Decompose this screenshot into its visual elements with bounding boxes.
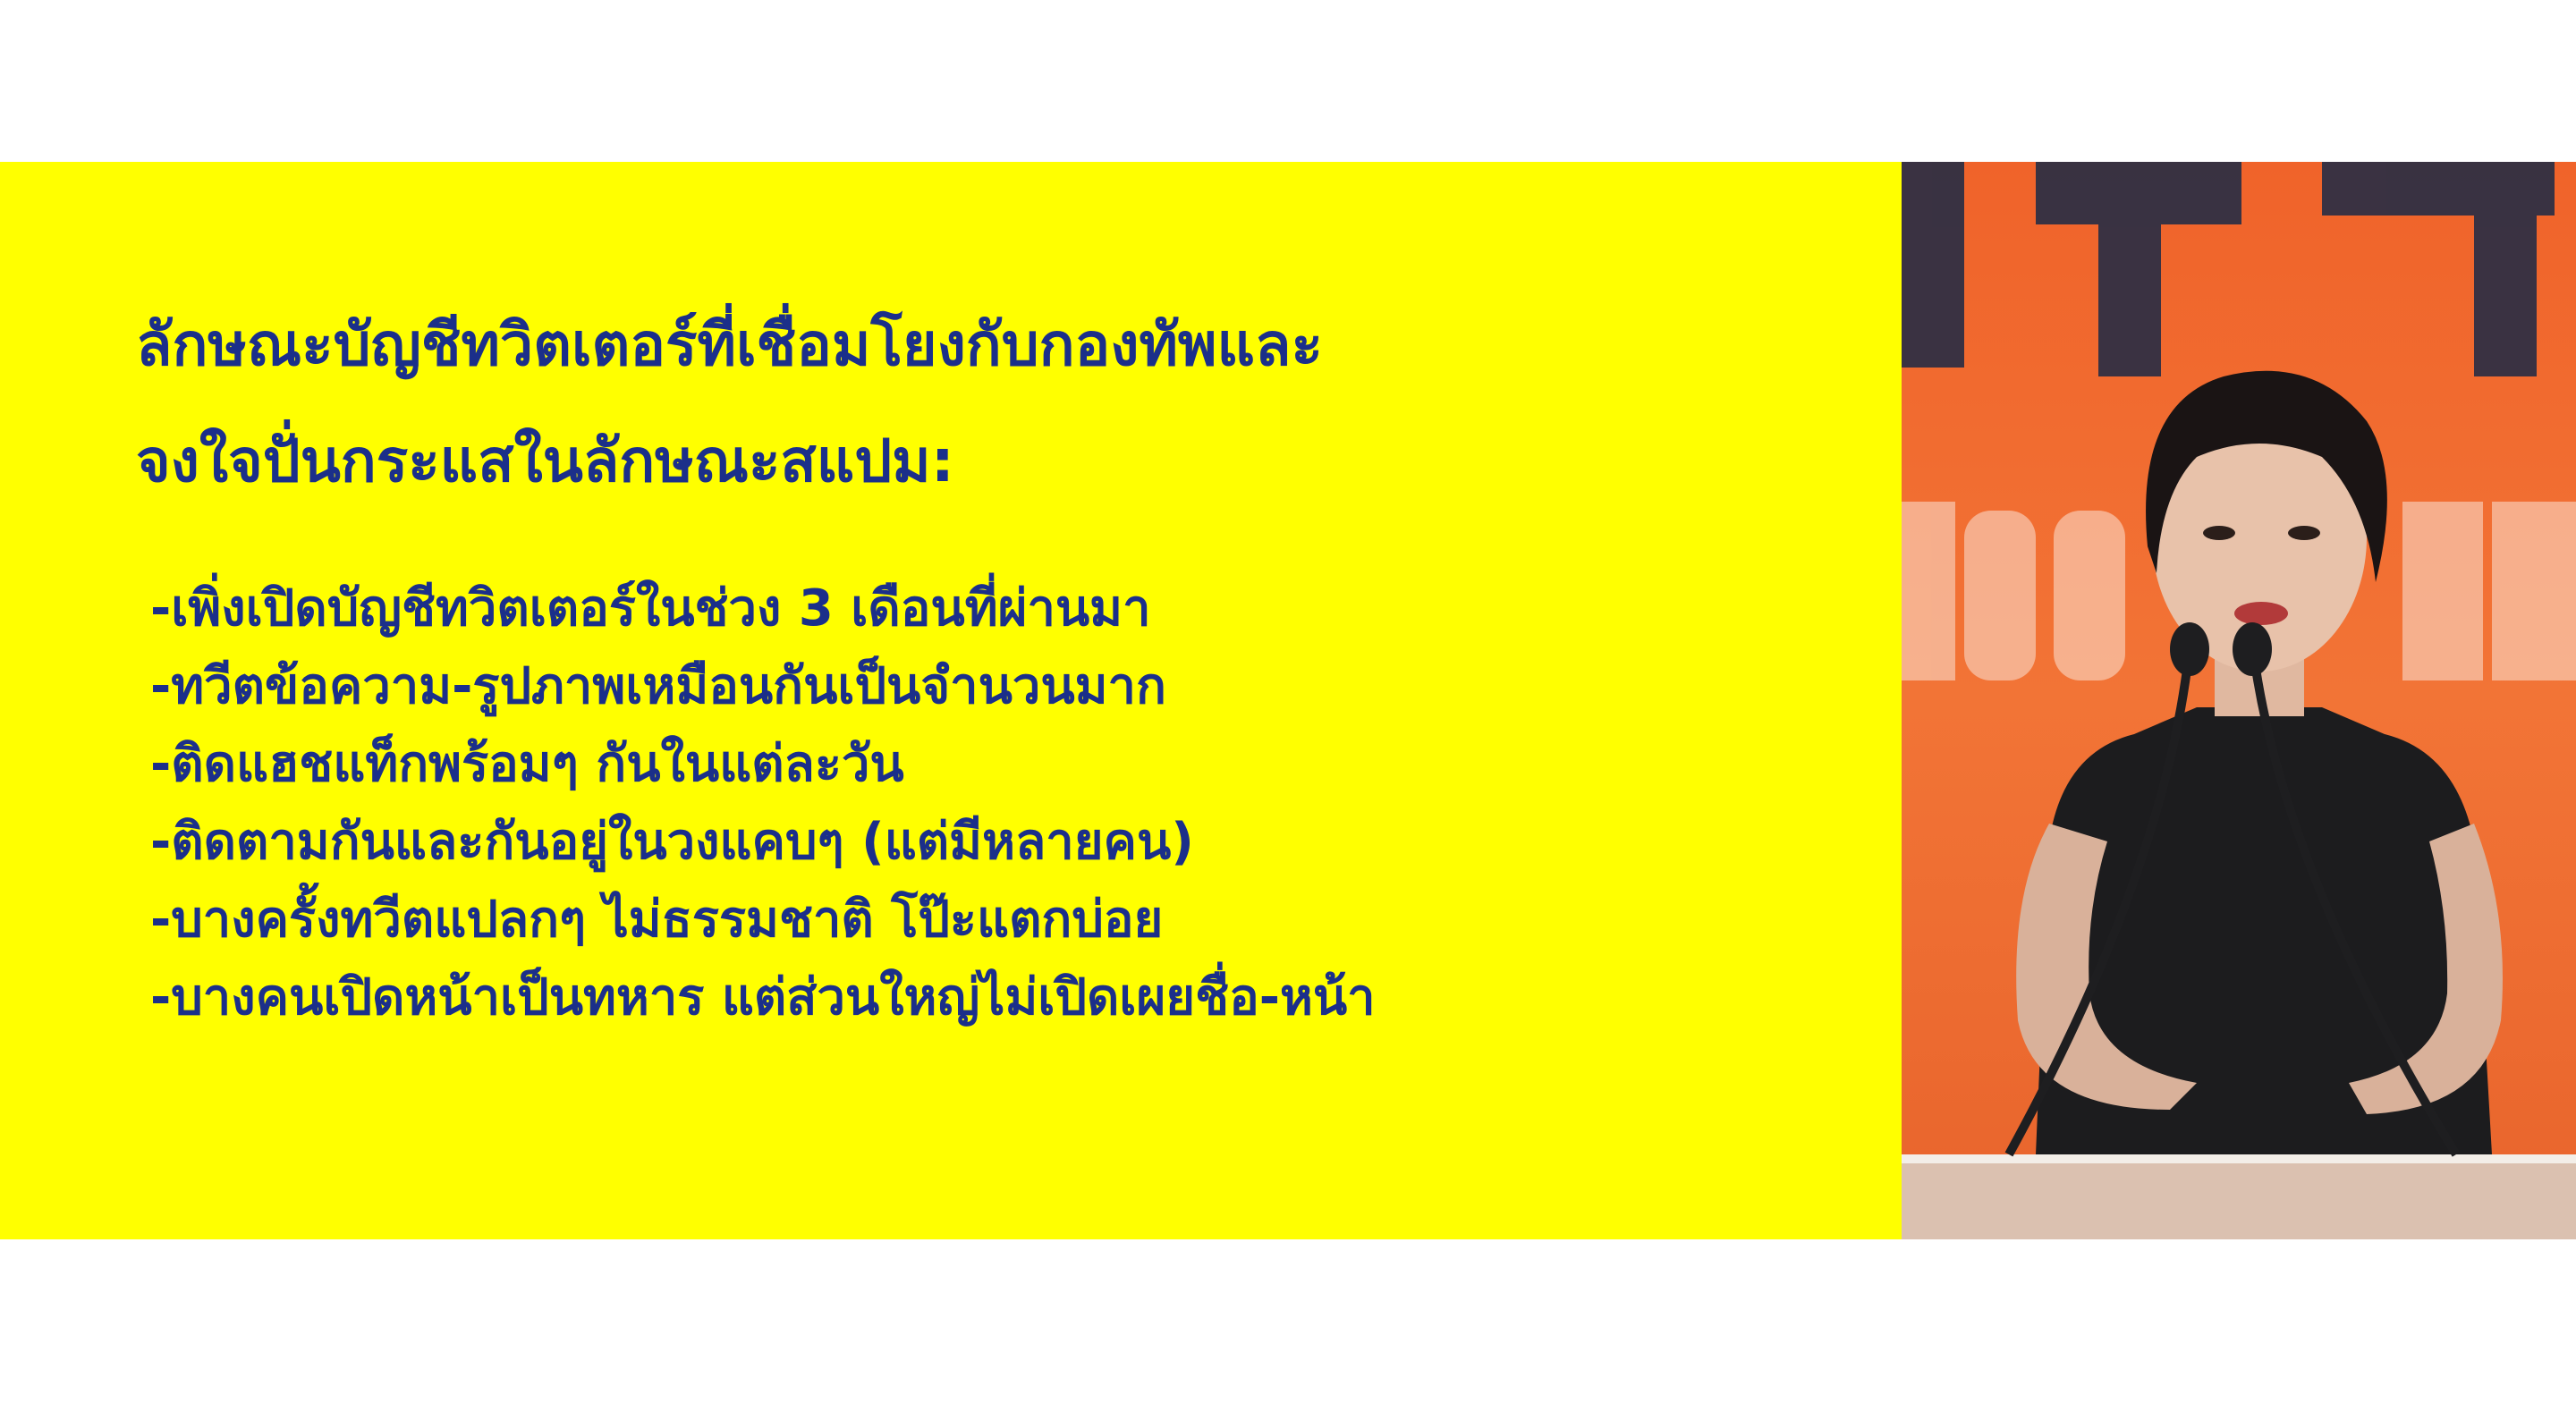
podium	[1902, 1154, 2576, 1239]
slide-bullet: -ติดแฮชแท็กพร้อมๆ กันในแต่ละวัน	[150, 735, 904, 793]
slide-bullet: -บางครั้งทวีตแปลกๆ ไม่ธรรมชาติ โป๊ะแตกบ่…	[150, 891, 1164, 949]
slide-bullet: -ทวีตข้อความ-รูปภาพเหมือนกันเป็นจำนวนมาก	[150, 657, 1166, 715]
backdrop-lettering	[1902, 162, 2555, 376]
speaker-video-panel	[1902, 162, 2576, 1239]
slide-title-line: ลักษณะบัญชีทวิตเตอร์ที่เชื่อมโยงกับกองทั…	[136, 310, 1323, 379]
slide-bullet-list: -เพิ่งเปิดบัญชีทวิตเตอร์ในช่วง 3 เดือนที…	[150, 570, 1850, 1036]
slide-bullet: -บางคนเปิดหน้าเป็นทหาร แต่ส่วนใหญ่ไม่เปิ…	[150, 968, 1376, 1027]
video-frame: ลักษณะบัญชีทวิตเตอร์ที่เชื่อมโยงกับกองทั…	[0, 162, 2576, 1239]
page: ลักษณะบัญชีทวิตเตอร์ที่เชื่อมโยงกับกองทั…	[0, 0, 2576, 1420]
presentation-slide: ลักษณะบัญชีทวิตเตอร์ที่เชื่อมโยงกับกองทั…	[0, 162, 1902, 1239]
slide-bullet: -เพิ่งเปิดบัญชีทวิตเตอร์ในช่วง 3 เดือนที…	[150, 579, 1151, 638]
slide-title: ลักษณะบัญชีทวิตเตอร์ที่เชื่อมโยงกับกองทั…	[136, 287, 1835, 520]
slide-bullet: -ติดตามกันและกันอยู่ในวงแคบๆ (แต่มีหลายค…	[150, 813, 1194, 871]
slide-title-line: จงใจปั่นกระแสในลักษณะสแปม:	[136, 427, 955, 495]
speaker-scene	[1902, 162, 2576, 1239]
